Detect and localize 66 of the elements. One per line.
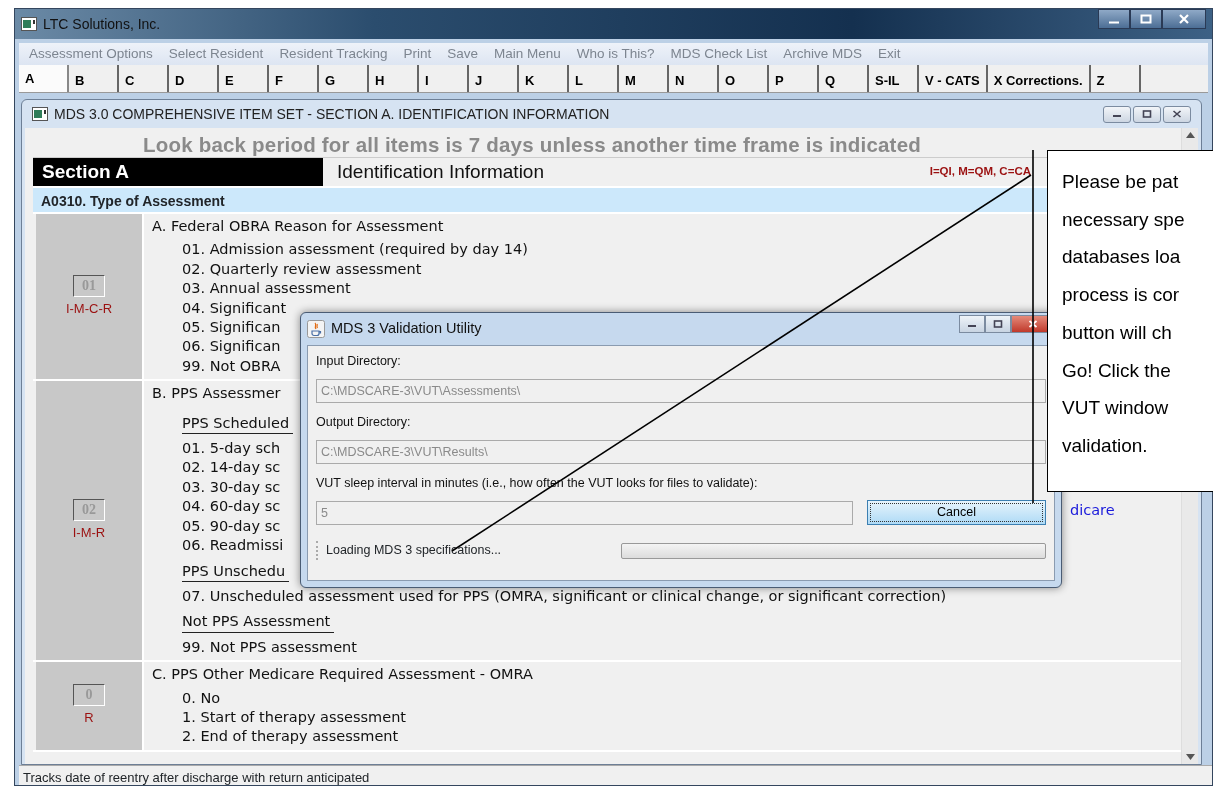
maximize-icon <box>1140 14 1152 24</box>
field-label: Output Directory: <box>316 413 412 431</box>
callout-text: button will ch <box>1062 320 1172 345</box>
maximize-button[interactable] <box>1130 9 1162 29</box>
close-icon <box>1172 110 1182 118</box>
maximize-icon <box>1142 110 1152 118</box>
app-icon <box>21 17 37 31</box>
answer-option: 04. 60-day sc <box>182 497 281 517</box>
app-icon <box>32 107 48 121</box>
question-heading: C. PPS Other Medicare Required Assessment - OMRA <box>152 665 534 685</box>
callout-text: databases loa <box>1062 245 1181 270</box>
answer-option: 02. Quarterly review assessment <box>182 259 422 280</box>
answer-option: 03. 30-day sc <box>182 477 281 498</box>
code-tags: I-M-C-R <box>65 298 113 319</box>
callout-text: Go! Click the <box>1062 358 1171 383</box>
minimize-icon <box>1109 21 1119 24</box>
answer-option: 01. 5-day sch <box>182 439 281 459</box>
cup-icon <box>307 320 325 338</box>
legend-text: I=QI, M=QM, C=CA <box>929 164 1031 180</box>
answer-option: 01. Admission assessment (required by day 14) <box>182 240 528 260</box>
minimize-button[interactable] <box>1098 9 1130 29</box>
answer-option: 99. Not OBRA <box>182 356 281 377</box>
maximize-button[interactable] <box>1133 105 1161 123</box>
close-button[interactable] <box>1162 9 1206 29</box>
callout-text: process is cor <box>1062 283 1180 308</box>
section-title: Identification Information <box>337 159 544 184</box>
minimize-button[interactable] <box>1103 105 1131 123</box>
form-window-title: MDS 3.0 COMPREHENSIVE ITEM SET - SECTION A. IDENTIFICATION INFORMATION <box>54 104 610 124</box>
answer-option: 2. End of therapy assessment <box>182 727 399 747</box>
answer-option: 05. Significan <box>182 318 281 338</box>
field-label: Input Directory: <box>316 353 402 370</box>
group-heading: PPS Scheduled <box>182 413 294 435</box>
note-text: dicare <box>1070 501 1115 521</box>
answer-option: 06. Readmissi <box>182 536 284 556</box>
answer-option: 0. No <box>182 688 221 708</box>
dialog-title: MDS 3 Validation Utility <box>331 319 482 339</box>
callout-text: VUT window <box>1062 396 1169 421</box>
code-tags: R <box>84 708 94 728</box>
answer-option: 05. 90-day sc <box>182 516 281 537</box>
answer-option: 07. Unscheduled assessment used for PPS (OMRA, significant or clinical change, or significant correction) <box>182 586 947 607</box>
group-heading: Not PPS Assessment <box>182 612 335 633</box>
answer-option: 02. 14-day sc <box>182 458 281 478</box>
minimize-button[interactable] <box>959 315 985 333</box>
answer-option: 1. Start of therapy assessment <box>182 707 407 728</box>
status-bar: Tracks date of reentry after discharge with return anticipated <box>19 765 1212 785</box>
answer-option: 06. Significan <box>182 337 281 357</box>
tab[interactable]: A <box>19 65 69 92</box>
maximize-button[interactable] <box>985 315 1011 333</box>
scroll-down-icon[interactable] <box>1185 754 1195 760</box>
group-heading: PPS Unschedu <box>182 561 290 582</box>
close-icon <box>1028 320 1038 328</box>
close-icon <box>1178 14 1190 24</box>
callout-text: validation. <box>1062 433 1148 458</box>
maximize-icon <box>993 320 1003 328</box>
section-label: Section A <box>33 158 323 186</box>
scroll-up-icon[interactable] <box>1185 132 1195 138</box>
close-button[interactable] <box>1163 105 1191 123</box>
window-title: LTC Solutions, Inc. <box>43 14 161 34</box>
status-text: Loading MDS 3 specifications... <box>326 542 502 560</box>
answer-option: 99. Not PPS assessment <box>182 637 357 658</box>
question-heading: A. Federal OBRA Reason for Assessment <box>152 217 444 236</box>
question-heading: B. PPS Assessmer <box>152 384 281 404</box>
answer-option: 03. Annual assessment <box>182 279 351 299</box>
cancel-button[interactable]: Cancel <box>867 500 1046 526</box>
answer-option: 04. Significant <box>182 298 287 319</box>
code-tags: I-M-R <box>72 522 106 543</box>
